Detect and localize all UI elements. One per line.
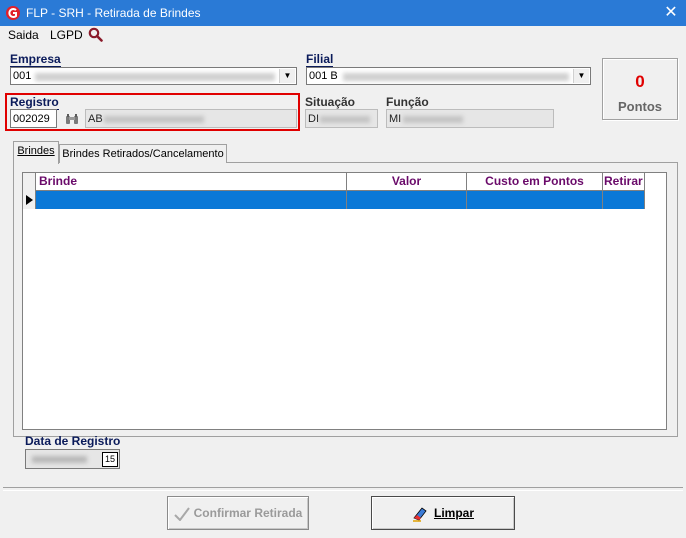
empresa-label: Empresa xyxy=(10,52,61,67)
tab-brindes-retirados[interactable]: Brindes Retirados/Cancelamento xyxy=(59,144,227,163)
tab-brindes[interactable]: Brindes xyxy=(13,141,59,164)
pontos-label: Pontos xyxy=(617,99,663,114)
pontos-panel: 0 Pontos xyxy=(602,58,678,120)
pontos-value: 0 xyxy=(635,72,645,91)
situacao-field: DI xyxy=(305,109,378,128)
dropdown-arrow-icon[interactable]: ▼ xyxy=(573,69,589,83)
table-row-cell[interactable] xyxy=(603,191,645,209)
app-logo-icon xyxy=(6,6,20,20)
registro-name-redacted xyxy=(104,116,204,123)
confirmar-retirada-button[interactable]: Confirmar Retirada xyxy=(167,496,309,530)
date-redacted xyxy=(32,456,87,463)
tab-brindes-label: Brindes xyxy=(17,145,55,157)
empresa-select[interactable]: 001 ▼ xyxy=(10,67,297,85)
registro-name-field: AB xyxy=(85,109,297,128)
funcao-redacted xyxy=(403,116,463,123)
empresa-name-redacted xyxy=(35,73,275,81)
calendar-icon[interactable]: 15 xyxy=(102,452,118,467)
registro-label: Registro xyxy=(10,95,59,110)
limpar-button[interactable]: Limpar xyxy=(371,496,515,530)
table-row-cell[interactable] xyxy=(467,191,603,209)
menu-item-lgpd[interactable]: LGPD xyxy=(50,28,83,42)
situacao-prefix: DI xyxy=(308,113,319,125)
eraser-icon xyxy=(412,507,427,522)
table-row-cell[interactable] xyxy=(36,191,347,209)
funcao-label: Função xyxy=(386,95,429,109)
column-header-custo[interactable]: Custo em Pontos xyxy=(467,173,603,191)
data-registro-label: Data de Registro xyxy=(25,434,121,448)
title-bar: FLP - SRH - Retirada de Brindes ✕ xyxy=(0,0,686,26)
registro-value: 002029 xyxy=(13,113,50,125)
situacao-label: Situação xyxy=(305,95,356,109)
tab-brindes-retirados-label: Brindes Retirados/Cancelamento xyxy=(62,148,224,160)
filial-code: 001 B xyxy=(309,70,338,82)
row-indicator-icon xyxy=(26,195,33,205)
footer-separator xyxy=(3,487,683,491)
registro-input[interactable]: 002029 xyxy=(10,109,57,128)
situacao-redacted xyxy=(320,116,370,123)
confirmar-retirada-label: Confirmar Retirada xyxy=(193,506,303,520)
row-indicator-column xyxy=(23,173,36,209)
data-registro-field[interactable]: 15 xyxy=(25,449,120,469)
registro-name-prefix: AB xyxy=(88,113,103,125)
column-header-valor[interactable]: Valor xyxy=(347,173,467,191)
empresa-code: 001 xyxy=(13,70,32,82)
filial-name-redacted xyxy=(343,73,569,81)
limpar-label: Limpar xyxy=(433,506,474,520)
column-header-retirar[interactable]: Retirar xyxy=(603,173,645,191)
funcao-prefix: MI xyxy=(389,113,402,125)
window-title: FLP - SRH - Retirada de Brindes xyxy=(26,6,201,20)
checkmark-icon xyxy=(173,507,190,522)
binoculars-icon[interactable] xyxy=(65,113,79,125)
dropdown-arrow-icon[interactable]: ▼ xyxy=(279,69,295,83)
filial-label: Filial xyxy=(306,52,334,67)
filial-select[interactable]: 001 B ▼ xyxy=(306,67,591,85)
table-row-cell[interactable] xyxy=(347,191,467,209)
column-header-brinde[interactable]: Brinde xyxy=(36,173,347,191)
menu-item-saida[interactable]: Saida xyxy=(8,28,39,42)
funcao-field: MI xyxy=(386,109,554,128)
close-icon[interactable]: ✕ xyxy=(656,0,686,26)
brindes-grid[interactable]: Brinde Valor Custo em Pontos Retirar xyxy=(22,172,667,430)
search-icon[interactable] xyxy=(88,27,103,42)
